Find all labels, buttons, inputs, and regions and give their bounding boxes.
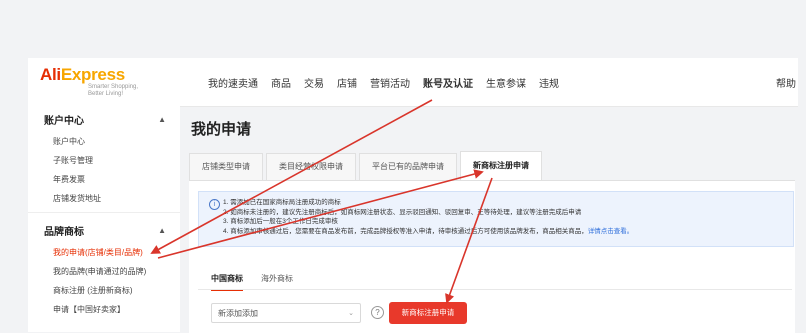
sidebar-divider bbox=[28, 212, 180, 213]
main-nav: 我的速卖通 商品 交易 店铺 营销活动 账号及认证 生意参谋 违规 bbox=[208, 75, 572, 90]
new-trademark-application-button[interactable]: 新商标注册申请 bbox=[389, 302, 467, 324]
sidebar-item-shipping-address[interactable]: 店铺发货地址 bbox=[28, 189, 180, 208]
nav-item-transactions[interactable]: 交易 bbox=[304, 75, 324, 90]
sidebar-item-my-brands[interactable]: 我的品牌(申请通过的品牌) bbox=[28, 262, 180, 281]
chevron-up-icon: ▲ bbox=[158, 114, 166, 124]
status-select[interactable]: 新添加添加 ⌄ bbox=[211, 303, 361, 323]
chevron-up-icon: ▲ bbox=[158, 225, 166, 235]
info-notice: i 1. 需添加已在国家商标局注册成功的商标 2. 如商标未注册的，建议先注册商… bbox=[198, 191, 794, 247]
sidebar-item-account-center[interactable]: 账户中心 bbox=[28, 132, 180, 151]
sidebar-item-annual-invoice[interactable]: 年费发票 bbox=[28, 170, 180, 189]
sidebar-item-sub-accounts[interactable]: 子账号管理 bbox=[28, 151, 180, 170]
notice-line: 3. 商标添加后一般在3个工作日完成审核 bbox=[223, 218, 338, 225]
sidebar-item-trademark-register[interactable]: 商标注册 (注册新商标) bbox=[28, 281, 180, 300]
sidebar-section-account[interactable]: 账户中心 ▲ bbox=[28, 106, 180, 132]
nav-item-marketing[interactable]: 营销活动 bbox=[370, 75, 410, 90]
question-icon[interactable]: ? bbox=[371, 306, 384, 319]
sidebar: 账户中心 ▲ 账户中心 子账号管理 年费发票 店铺发货地址 品牌商标 ▲ 我的申请(… bbox=[28, 106, 180, 332]
notice-line: 2. 如商标未注册的，建议先注册商标后，如商标网注册状态、显示驳回通知、驳回复审… bbox=[223, 208, 582, 216]
page-title: 我的申请 bbox=[191, 121, 252, 138]
main-content: 我的申请 店铺类型申请 类目经营权限申请 平台已有的品牌申请 新商标注册申请 i… bbox=[180, 106, 798, 333]
notice-line: 1. 需添加已在国家商标局注册成功的商标 bbox=[223, 199, 341, 206]
nav-item-account-certification[interactable]: 账号及认证 bbox=[423, 75, 473, 90]
nav-item-business-advisor[interactable]: 生意参谋 bbox=[486, 75, 526, 90]
details-link[interactable]: 详情点击查看。 bbox=[588, 228, 634, 235]
chevron-down-icon: ⌄ bbox=[348, 310, 354, 317]
tab-panel: i 1. 需添加已在国家商标局注册成功的商标 2. 如商标未注册的，建议先注册商… bbox=[189, 180, 795, 333]
sidebar-item-my-applications[interactable]: 我的申请(店铺/类目/品牌) bbox=[28, 243, 180, 262]
subtabs-divider bbox=[198, 289, 792, 290]
tab-existing-brand[interactable]: 平台已有的品牌申请 bbox=[359, 153, 457, 180]
info-icon: i bbox=[209, 199, 220, 210]
notice-line: 4. 商标添加审核通过后，您需要在商品发布前，完成品牌授权等准入申请，待审核通过… bbox=[223, 227, 634, 235]
sidebar-item-good-seller[interactable]: 申请【中国好卖家】 bbox=[28, 300, 180, 319]
application-tabs: 店铺类型申请 类目经营权限申请 平台已有的品牌申请 新商标注册申请 bbox=[189, 151, 545, 180]
tab-new-trademark[interactable]: 新商标注册申请 bbox=[460, 151, 542, 180]
nav-item-products[interactable]: 商品 bbox=[271, 75, 291, 90]
nav-item-my-aliexpress[interactable]: 我的速卖通 bbox=[208, 75, 258, 90]
nav-item-store[interactable]: 店铺 bbox=[337, 75, 357, 90]
tab-category-permission[interactable]: 类目经营权限申请 bbox=[266, 153, 356, 180]
aliexpress-logo[interactable]: AliExpress Smarter Shopping, Better Livi… bbox=[28, 66, 150, 98]
tab-store-type[interactable]: 店铺类型申请 bbox=[189, 153, 263, 180]
nav-item-violations[interactable]: 违规 bbox=[539, 75, 559, 90]
help-link[interactable]: 帮助 bbox=[776, 75, 796, 90]
top-navigation-bar: AliExpress Smarter Shopping, Better Livi… bbox=[28, 58, 798, 107]
sidebar-section-brand[interactable]: 品牌商标 ▲ bbox=[28, 217, 180, 243]
